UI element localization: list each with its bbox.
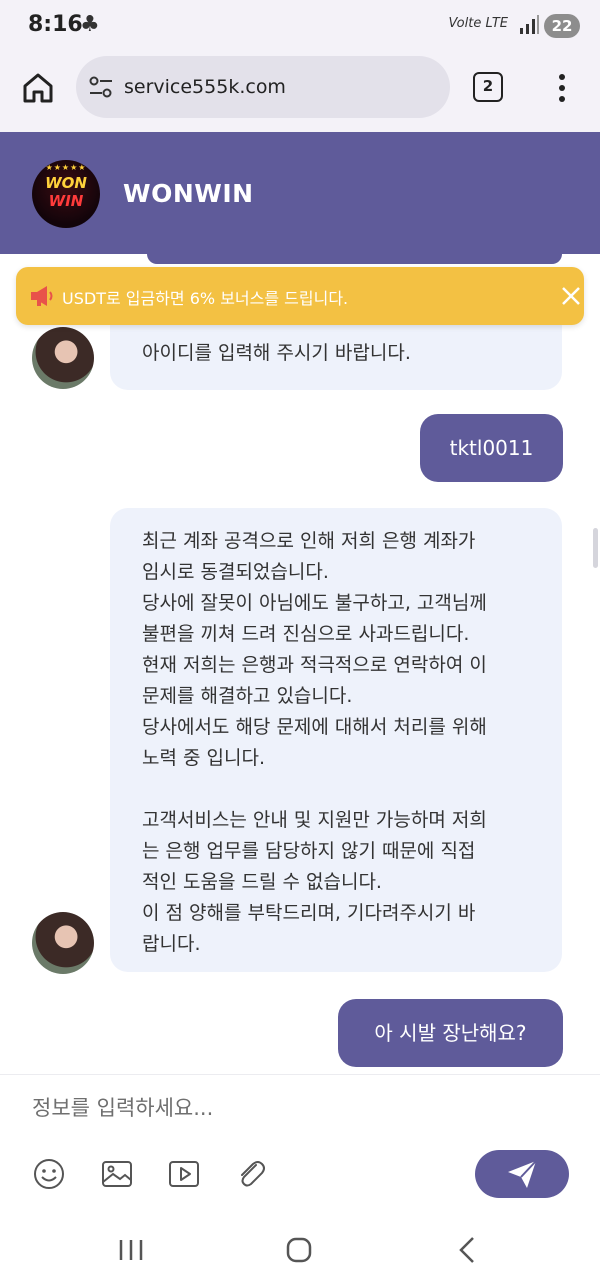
agent-avatar xyxy=(32,912,94,974)
recent-apps-icon[interactable] xyxy=(117,1238,145,1262)
scrollbar-thumb[interactable] xyxy=(593,528,598,568)
send-icon xyxy=(508,1160,537,1188)
site-settings-icon[interactable] xyxy=(88,75,114,99)
back-icon[interactable] xyxy=(455,1236,479,1264)
chat-title: WONWIN xyxy=(123,179,254,208)
notice-text: USDT로 입금하면 6% 보너스를 드립니다. xyxy=(62,289,349,308)
message-input[interactable] xyxy=(32,1093,552,1123)
status-time: 8:16 xyxy=(28,12,83,37)
agent-message-text: 최근 계좌 공격으로 인해 저희 은행 계좌가 임시로 동결되었습니다. 당사에… xyxy=(142,530,487,955)
network-indicator: Volte LTE xyxy=(448,16,508,31)
user-message: tktl0011 xyxy=(420,414,563,482)
close-icon[interactable] xyxy=(559,284,583,308)
status-bar: 8:16 ♣ Volte LTE 22 xyxy=(0,0,600,52)
nav-home-icon[interactable] xyxy=(286,1237,312,1263)
send-button[interactable] xyxy=(475,1150,569,1198)
video-icon[interactable] xyxy=(167,1157,201,1191)
emoji-icon[interactable] xyxy=(32,1157,66,1191)
megaphone-icon xyxy=(31,286,53,306)
address-bar[interactable]: service555k.com xyxy=(76,56,450,118)
logo-stars: ★★★★★ xyxy=(45,163,87,172)
tabs-icon[interactable]: 2 xyxy=(473,72,503,102)
browser-toolbar: service555k.com 2 xyxy=(0,52,600,132)
chat-header: ★★★★★ WON WIN WONWIN xyxy=(0,132,600,254)
agent-message: 최근 계좌 공격으로 인해 저희 은행 계좌가 임시로 동결되었습니다. 당사에… xyxy=(110,508,562,972)
signal-icon xyxy=(520,15,539,34)
clover-icon: ♣ xyxy=(80,12,100,37)
user-message: 아 시발 장난해요? xyxy=(338,999,563,1067)
home-icon[interactable] xyxy=(20,70,56,106)
promo-notice: USDT로 입금하면 6% 보너스를 드립니다. xyxy=(16,267,584,325)
message-list[interactable]: 고객님, 정확한 처리를 위해 사용자 아이디를 입력해 주시기 바랍니다. t… xyxy=(0,254,600,1074)
menu-icon[interactable] xyxy=(552,70,572,106)
brand-logo: ★★★★★ WON WIN xyxy=(32,160,100,228)
image-icon[interactable] xyxy=(100,1157,134,1191)
url-text[interactable]: service555k.com xyxy=(124,76,286,98)
logo-text-top: WON xyxy=(45,174,87,192)
logo-text-bottom: WIN xyxy=(48,192,84,210)
agent-message-text: 아이디를 입력해 주시기 바랍니다. xyxy=(142,342,411,364)
agent-avatar xyxy=(32,327,94,389)
attach-icon[interactable] xyxy=(234,1157,268,1191)
composer xyxy=(0,1074,600,1214)
battery-indicator: 22 xyxy=(544,14,580,38)
previous-message-edge xyxy=(147,254,562,264)
system-navigation-bar xyxy=(0,1214,600,1287)
